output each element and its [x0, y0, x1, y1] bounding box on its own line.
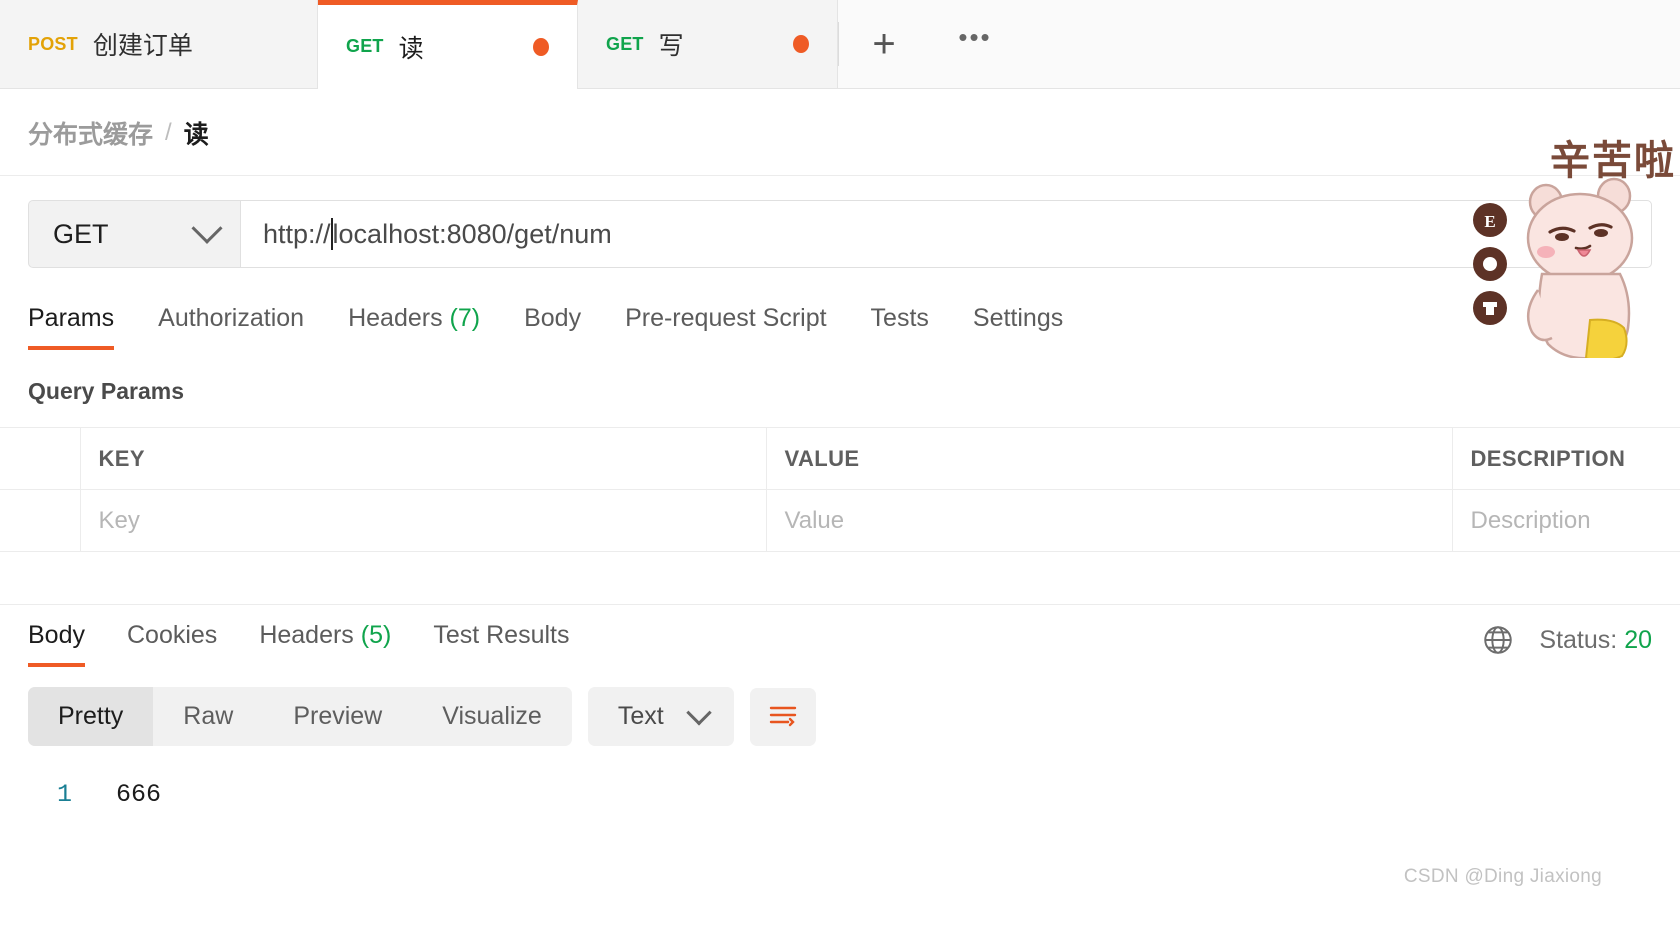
response-tab-cookies-label: Cookies [126, 621, 218, 649]
column-header-key: KEY [80, 427, 767, 490]
select-all-checkbox-cell[interactable] [0, 427, 81, 490]
column-header-value: VALUE [766, 427, 1453, 490]
tab-title-label: 创建订单 [92, 32, 193, 60]
tab-method-label: GET [346, 36, 384, 56]
response-header: Body Cookies Headers (5) Test Results St… [0, 605, 1680, 667]
tab-authorization[interactable]: Authorization [158, 304, 304, 350]
http-method-dropdown[interactable]: GET [28, 200, 240, 268]
tab-params[interactable]: Params [28, 304, 115, 350]
cell-description-input[interactable]: Description [1452, 489, 1680, 552]
status-label: Status: [1539, 625, 1618, 654]
section-divider [0, 552, 1680, 605]
response-meta: Status: 20 [1481, 623, 1652, 667]
view-mode-preview[interactable]: Preview [263, 687, 412, 746]
view-mode-preview-label: Preview [293, 702, 383, 730]
response-format-value: Text [617, 702, 664, 730]
tab-strip: POST 创建订单 GET 读 GET 写 + ••• [0, 0, 1680, 89]
status-code-value: 20 [1624, 625, 1652, 654]
request-url-input[interactable]: http://localhost:8080/get/num [240, 200, 1652, 268]
response-tab-headers[interactable]: Headers (5) [259, 621, 391, 667]
tab-settings[interactable]: Settings [973, 304, 1063, 350]
view-mode-pretty[interactable]: Pretty [28, 687, 154, 746]
tab-strip-filler [1020, 0, 1680, 88]
line-number-gutter: 1 [28, 780, 90, 809]
request-tab-1[interactable]: GET 读 [318, 0, 578, 89]
http-method-value: GET [53, 218, 109, 249]
new-tab-button[interactable]: + [838, 0, 930, 88]
unsaved-indicator-dot[interactable] [533, 37, 549, 56]
tab-headers[interactable]: Headers (7) [348, 304, 480, 350]
response-tab-test-results[interactable]: Test Results [433, 621, 569, 667]
wrap-lines-button[interactable] [749, 687, 816, 746]
column-header-description: DESCRIPTION [1452, 427, 1680, 490]
cell-value-input[interactable]: Value [766, 489, 1453, 552]
plus-icon: + [872, 22, 896, 66]
request-tab-0[interactable]: POST 创建订单 [0, 0, 318, 88]
request-tab-2[interactable]: GET 写 [578, 0, 838, 88]
tab-headers-label: Headers [348, 304, 443, 332]
chevron-down-icon [191, 212, 223, 244]
tab-title-label: 读 [398, 34, 424, 63]
view-mode-pretty-label: Pretty [58, 702, 124, 730]
table-header-row: KEY VALUE DESCRIPTION [0, 427, 1680, 490]
tab-params-label: Params [28, 304, 115, 332]
response-body-toolbar: Pretty Raw Preview Visualize Text [0, 667, 1680, 746]
response-format-dropdown[interactable]: Text [587, 687, 734, 746]
url-text-before-caret: http:// [263, 218, 331, 249]
response-tab-test-results-label: Test Results [433, 621, 570, 649]
globe-icon[interactable] [1481, 623, 1515, 657]
response-body-content: 666 [116, 780, 162, 809]
cell-key-input[interactable]: Key [80, 489, 767, 552]
headers-count-badge: (7) [449, 304, 481, 332]
response-tab-body-label: Body [28, 621, 85, 649]
tab-body-label: Body [524, 304, 582, 332]
line-number: 1 [56, 780, 72, 809]
tab-method-label: GET [606, 33, 644, 54]
tab-body[interactable]: Body [524, 304, 581, 350]
tab-tests[interactable]: Tests [871, 304, 929, 350]
tab-method-label: POST [28, 33, 78, 54]
response-tab-body[interactable]: Body [28, 621, 85, 667]
request-section-tabs: Params Authorization Headers (7) Body Pr… [0, 290, 1680, 350]
breadcrumb-current-request: 读 [183, 121, 209, 149]
response-headers-count-badge: (5) [360, 621, 392, 649]
wrap-text-icon [769, 706, 796, 726]
url-text-after-caret: localhost:8080/get/num [332, 218, 612, 249]
status-badge: Status: 20 [1539, 626, 1652, 655]
response-body-viewer[interactable]: 1 666 [0, 746, 1680, 809]
tab-pre-request-script[interactable]: Pre-request Script [625, 304, 826, 350]
tab-authorization-label: Authorization [158, 304, 305, 332]
query-params-table: KEY VALUE DESCRIPTION Key Value Descript… [0, 427, 1680, 552]
tab-tests-label: Tests [870, 304, 929, 332]
breadcrumb: 分布式缓存 / 读 [0, 89, 1680, 176]
response-view-mode-group: Pretty Raw Preview Visualize [28, 687, 572, 746]
view-mode-raw[interactable]: Raw [153, 687, 263, 746]
breadcrumb-separator: / [165, 119, 172, 146]
unsaved-indicator-dot[interactable] [793, 35, 809, 53]
ellipsis-icon: ••• [958, 21, 992, 52]
response-tab-headers-label: Headers [259, 621, 354, 649]
query-params-heading: Query Params [0, 350, 1680, 427]
view-mode-visualize-label: Visualize [442, 702, 542, 730]
chevron-down-icon [685, 699, 712, 725]
tab-options-button[interactable]: ••• [930, 0, 1020, 88]
table-row[interactable]: Key Value Description [0, 489, 1680, 552]
view-mode-visualize[interactable]: Visualize [412, 687, 572, 746]
tab-title-label: 写 [658, 32, 684, 60]
watermark-text: CSDN @Ding Jiaxiong [1403, 866, 1602, 887]
response-tab-cookies[interactable]: Cookies [127, 621, 217, 667]
breadcrumb-collection[interactable]: 分布式缓存 [28, 115, 153, 151]
tab-pre-request-script-label: Pre-request Script [625, 304, 827, 332]
response-section-tabs: Body Cookies Headers (5) Test Results [28, 621, 570, 667]
tab-settings-label: Settings [972, 304, 1064, 332]
view-mode-raw-label: Raw [183, 702, 234, 730]
row-checkbox-cell[interactable] [0, 489, 81, 552]
url-bar: GET http://localhost:8080/get/num [0, 176, 1680, 290]
